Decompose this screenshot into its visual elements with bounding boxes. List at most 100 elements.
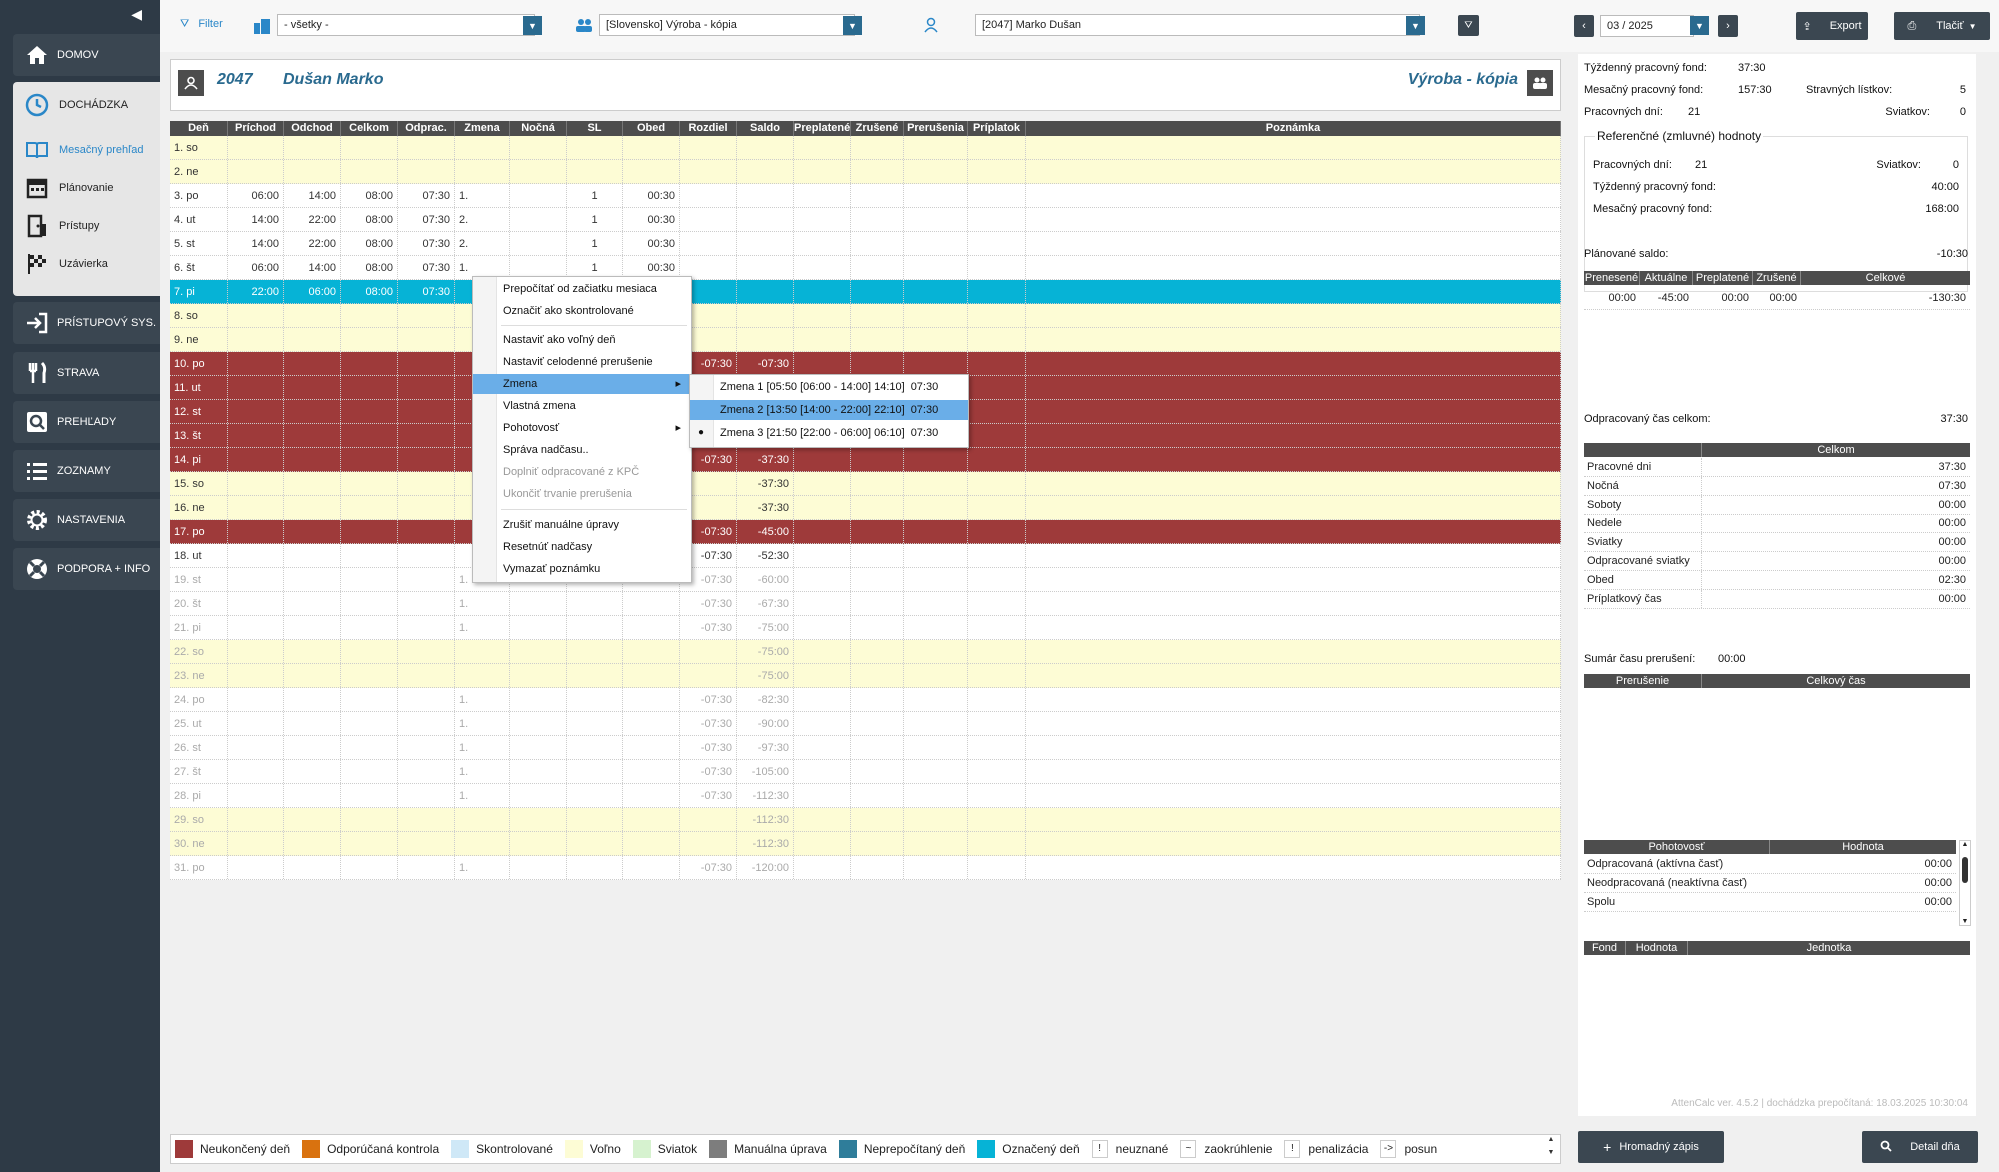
column-header[interactable]: Deň — [170, 121, 228, 136]
table-row[interactable]: 21. pi 1. -07:30 -75:00 — [170, 616, 1561, 640]
table-row[interactable]: 1. so — [170, 136, 1561, 160]
column-header[interactable]: Príplatok — [968, 121, 1026, 136]
employee-select[interactable]: [2047] Marko Dušan — [975, 14, 1420, 36]
table-row[interactable]: 16. ne -37:30 — [170, 496, 1561, 520]
column-header[interactable]: Zmena — [455, 121, 510, 136]
sidebar-item-dochadzka[interactable]: DOCHÁDZKA — [25, 92, 128, 118]
sidebar-item-label[interactable]: STRAVA — [57, 367, 99, 379]
column-header[interactable]: Prerušenia — [904, 121, 968, 136]
sidebar-subitem-pristupy[interactable]: Prístupy — [25, 213, 99, 239]
column-header[interactable]: Príchod — [228, 121, 284, 136]
menu-item-custom-shift[interactable]: Vlastná zmena — [473, 396, 691, 416]
table-cell — [228, 832, 284, 855]
table-row[interactable]: 5. st 14:00 22:00 08:00 07:30 2. 1 00:30 — [170, 232, 1561, 256]
menu-item-clear-note[interactable]: Vymazať poznámku — [473, 559, 691, 579]
scroll-up-icon[interactable]: ▲ — [1960, 841, 1970, 848]
table-row[interactable]: 29. so -112:30 — [170, 808, 1561, 832]
scroll-up-icon[interactable]: ▲ — [1545, 1136, 1557, 1143]
menu-item-set-full-day-interruption[interactable]: Nastaviť celodenné prerušenie — [473, 352, 691, 372]
menu-item-reset-overtime[interactable]: Resetnúť nadčasy — [473, 537, 691, 557]
table-row[interactable]: 8. so — [170, 304, 1561, 328]
table-row[interactable]: 2. ne — [170, 160, 1561, 184]
workdays-value: 21 — [1688, 106, 1701, 118]
column-header[interactable]: Odchod — [284, 121, 341, 136]
sidebar-item-strava[interactable]: STRAVA — [13, 352, 160, 394]
bulk-entry-button[interactable]: + Hromadný zápis — [1578, 1131, 1724, 1163]
chevron-down-icon[interactable]: ▼ — [523, 16, 542, 35]
menu-item-set-free-day[interactable]: Nastaviť ako voľný deň — [473, 330, 691, 350]
sidebar-item-domov[interactable]: DOMOV — [13, 34, 160, 76]
export-button[interactable]: ⇪ Export — [1796, 12, 1868, 40]
sidebar-item-prehlady[interactable]: PREHĽADY — [13, 401, 160, 443]
column-header[interactable]: Nočná — [510, 121, 567, 136]
column-header[interactable]: Odprac. — [398, 121, 455, 136]
column-header[interactable]: Zrušené — [851, 121, 904, 136]
table-row[interactable]: 4. ut 14:00 22:00 08:00 07:30 2. 1 00:30 — [170, 208, 1561, 232]
legend-swatch — [451, 1140, 470, 1158]
submenu-item-shift-3[interactable]: ● Zmena 3 [21:50 [22:00 - 06:00] 06:10] … — [690, 423, 968, 443]
sidebar-subitem-mesacny-prehlad[interactable]: Mesačný prehľad — [25, 137, 144, 163]
menu-item-recalculate[interactable]: Prepočítať od začiatku mesiaca — [473, 279, 691, 299]
period-select[interactable]: 03 / 2025 — [1600, 15, 1694, 37]
table-row[interactable]: 9. ne — [170, 328, 1561, 352]
column-header[interactable]: Rozdiel — [680, 121, 737, 136]
collapse-sidebar-icon[interactable]: ◀ — [131, 6, 142, 23]
table-row[interactable]: 14. pi -07:30 -37:30 — [170, 448, 1561, 472]
sidebar-item-pristupovy-sys[interactable]: PRÍSTUPOVÝ SYS. — [13, 302, 160, 344]
advanced-filter-button[interactable]: ⛛ — [1458, 15, 1479, 36]
filter-toggle[interactable]: ⛛ Filter — [180, 18, 223, 31]
chevron-down-icon[interactable]: ▼ — [1406, 16, 1425, 35]
submenu-item-shift-2[interactable]: Zmena 2 [13:50 [14:00 - 22:00] 22:10] 07… — [690, 400, 968, 420]
table-row[interactable]: 19. st 1. -07:30 -60:00 — [170, 568, 1561, 592]
table-row[interactable]: 30. ne -112:30 — [170, 832, 1561, 856]
table-row[interactable]: 3. po 06:00 14:00 08:00 07:30 1. 1 00:30 — [170, 184, 1561, 208]
table-row[interactable]: 6. št 06:00 14:00 08:00 07:30 1. 1 00:30 — [170, 256, 1561, 280]
table-row[interactable]: 24. po 1. -07:30 -82:30 — [170, 688, 1561, 712]
table-row[interactable]: 27. št 1. -07:30 -105:00 — [170, 760, 1561, 784]
menu-item-overtime-management[interactable]: Správa nadčasu.. — [473, 440, 691, 460]
table-row[interactable]: 22. so -75:00 — [170, 640, 1561, 664]
next-month-button[interactable]: › — [1718, 15, 1738, 37]
menu-item-standby[interactable]: Pohotovosť ▸ — [473, 418, 691, 438]
column-header[interactable]: Preplatené — [794, 121, 851, 136]
organization-select[interactable]: - všetky - — [277, 14, 535, 36]
column-header[interactable]: Obed — [623, 121, 680, 136]
table-row[interactable]: 15. so -37:30 — [170, 472, 1561, 496]
table-row[interactable]: 28. pi 1. -07:30 -112:30 — [170, 784, 1561, 808]
table-row[interactable]: 31. po 1. -07:30 -120:00 — [170, 856, 1561, 880]
scroll-thumb[interactable] — [1962, 857, 1968, 883]
chevron-down-icon[interactable]: ▼ — [1690, 16, 1709, 35]
table-row[interactable]: 17. po -07:30 -45:00 — [170, 520, 1561, 544]
sidebar-subitem-planovanie[interactable]: Plánovanie — [25, 175, 113, 201]
column-header[interactable]: Celkom — [341, 121, 398, 136]
submenu-item-shift-1[interactable]: Zmena 1 [05:50 [06:00 - 14:00] 14:10] 07… — [690, 377, 968, 397]
column-header[interactable]: SL — [567, 121, 623, 136]
column-header[interactable]: Saldo — [737, 121, 794, 136]
print-button[interactable]: ⎙ Tlačiť ▼ — [1894, 12, 1990, 40]
table-row[interactable]: 7. pi 22:00 06:00 08:00 07:30 — [170, 280, 1561, 304]
table-row[interactable]: 20. št 1. -07:30 -67:30 — [170, 592, 1561, 616]
table-row[interactable]: 18. ut -07:30 -52:30 — [170, 544, 1561, 568]
legend-scroll[interactable]: ▲ ▼ — [1545, 1136, 1557, 1162]
menu-item-mark-checked[interactable]: Označiť ako skontrolované — [473, 301, 691, 321]
table-row[interactable]: 25. ut 1. -07:30 -90:00 — [170, 712, 1561, 736]
standby-scrollbar[interactable]: ▲ ▼ — [1959, 840, 1971, 926]
sidebar-item-zoznamy[interactable]: ZOZNAMY — [13, 450, 160, 492]
scroll-down-icon[interactable]: ▼ — [1545, 1149, 1557, 1156]
department-select[interactable]: [Slovensko] Výroba - kópia — [599, 14, 855, 36]
sidebar-item-podpora[interactable]: PODPORA + INFO — [13, 548, 160, 590]
table-row[interactable]: 26. st 1. -07:30 -97:30 — [170, 736, 1561, 760]
table-row[interactable]: 23. ne -75:00 — [170, 664, 1561, 688]
menu-item-cancel-manual-edits[interactable]: Zrušiť manuálne úpravy — [473, 515, 691, 535]
sidebar-subitem-uzavierka[interactable]: Uzávierka — [25, 251, 108, 277]
column-header[interactable]: Poznámka — [1026, 121, 1561, 136]
sidebar-item-nastavenia[interactable]: NASTAVENIA — [13, 499, 160, 541]
chevron-down-icon[interactable]: ▼ — [843, 16, 862, 35]
previous-month-button[interactable]: ‹ — [1574, 15, 1594, 37]
table-cell — [567, 136, 623, 159]
table-cell — [968, 256, 1026, 279]
scroll-down-icon[interactable]: ▼ — [1960, 918, 1970, 925]
day-detail-button[interactable]: Detail dňa — [1862, 1131, 1978, 1163]
table-row[interactable]: 10. po -07:30 -07:30 — [170, 352, 1561, 376]
menu-item-shift[interactable]: Zmena ▸ — [473, 374, 691, 394]
